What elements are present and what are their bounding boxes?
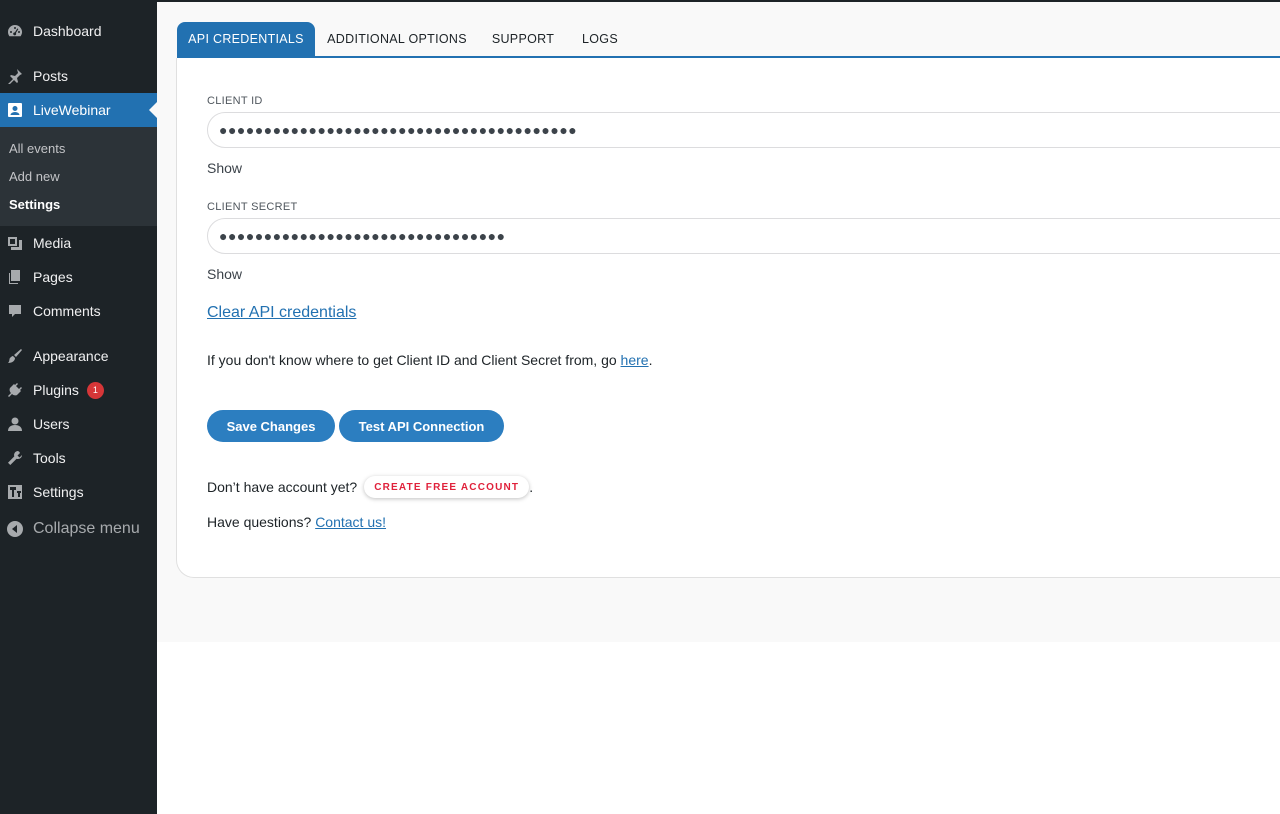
menu-users[interactable]: Users	[0, 407, 157, 441]
questions-text: Have questions? Contact us!	[207, 514, 386, 530]
menu-tools-label: Tools	[33, 450, 66, 466]
menu-users-label: Users	[33, 416, 70, 432]
test-api-connection-button[interactable]: Test API Connection	[339, 410, 504, 442]
contact-us-link[interactable]: Contact us!	[315, 514, 386, 530]
plugins-update-badge: 1	[86, 381, 104, 399]
help-text-prefix: If you don't know where to get Client ID…	[207, 352, 621, 368]
submenu-all-events[interactable]: All events	[9, 141, 65, 156]
submenu-settings[interactable]: Settings	[9, 197, 60, 212]
menu-appearance-label: Appearance	[33, 348, 109, 364]
tab-support[interactable]: SUPPORT	[487, 22, 559, 56]
client-secret-show-toggle[interactable]: Show	[207, 266, 242, 282]
menu-posts-label: Posts	[33, 68, 69, 84]
help-here-link[interactable]: here	[621, 352, 649, 368]
paintbrush-icon	[7, 348, 23, 364]
dashboard-icon	[7, 23, 23, 39]
menu-livewebinar-label: LiveWebinar	[33, 102, 111, 118]
client-id-input[interactable]: ●●●●●●●●●●●●●●●●●●●●●●●●●●●●●●●●●●●●●●●●	[207, 112, 1280, 148]
save-changes-button[interactable]: Save Changes	[207, 410, 335, 442]
menu-tools[interactable]: Tools	[0, 441, 157, 475]
user-icon	[7, 416, 23, 432]
main-content: API CREDENTIALS ADDITIONAL OPTIONS SUPPO…	[157, 2, 1280, 642]
help-text-suffix: .	[648, 352, 653, 368]
collapse-menu-button[interactable]: Collapse menu	[0, 512, 157, 546]
collapse-icon	[7, 521, 23, 537]
submenu-add-new[interactable]: Add new	[9, 169, 60, 184]
client-secret-label: CLIENT SECRET	[207, 201, 298, 213]
settings-tabs: API CREDENTIALS ADDITIONAL OPTIONS SUPPO…	[177, 22, 1280, 58]
collapse-menu-label: Collapse menu	[33, 520, 140, 537]
menu-plugins-label: Plugins	[33, 382, 79, 398]
admin-sidebar: Dashboard Posts LiveWebinar All events A…	[0, 0, 157, 814]
menu-dashboard-label: Dashboard	[33, 23, 102, 39]
tab-additional-options[interactable]: ADDITIONAL OPTIONS	[323, 22, 471, 56]
menu-comments[interactable]: Comments	[0, 294, 157, 328]
client-id-label: CLIENT ID	[207, 95, 263, 107]
menu-posts[interactable]: Posts	[0, 59, 157, 93]
help-text: If you don't know where to get Client ID…	[207, 352, 652, 368]
tab-logs[interactable]: LOGS	[575, 22, 625, 56]
account-prompt-suffix: .	[529, 479, 534, 495]
menu-dashboard[interactable]: Dashboard	[0, 14, 157, 48]
create-free-account-button[interactable]: CREATE FREE ACCOUNT	[364, 476, 530, 498]
menu-media[interactable]: Media	[0, 226, 157, 260]
questions-prefix: Have questions?	[207, 514, 316, 530]
menu-livewebinar[interactable]: LiveWebinar	[0, 93, 157, 127]
livewebinar-submenu: All events Add new Settings	[0, 127, 157, 226]
pin-icon	[7, 68, 23, 84]
pages-icon	[7, 269, 23, 285]
settings-icon	[7, 484, 23, 500]
menu-appearance[interactable]: Appearance	[0, 339, 157, 373]
client-secret-input[interactable]: ●●●●●●●●●●●●●●●●●●●●●●●●●●●●●●●●	[207, 218, 1280, 254]
menu-settings[interactable]: Settings	[0, 475, 157, 509]
livewebinar-icon	[7, 102, 23, 118]
menu-comments-label: Comments	[33, 303, 101, 319]
media-icon	[7, 235, 23, 251]
menu-pages-label: Pages	[33, 269, 73, 285]
menu-plugins[interactable]: Plugins 1	[0, 373, 157, 407]
plugin-icon	[7, 382, 23, 398]
menu-media-label: Media	[33, 235, 72, 251]
account-prompt-text: Don’t have account yet?	[207, 479, 358, 495]
comment-icon	[7, 303, 23, 319]
clear-api-credentials-link[interactable]: Clear API credentials	[207, 304, 356, 322]
tab-api-credentials[interactable]: API CREDENTIALS	[177, 22, 315, 56]
menu-settings-label: Settings	[33, 484, 84, 500]
client-id-show-toggle[interactable]: Show	[207, 160, 242, 176]
wrench-icon	[7, 450, 23, 466]
menu-pages[interactable]: Pages	[0, 260, 157, 294]
account-prompt: Don’t have account yet? CREATE FREE ACCO…	[207, 476, 533, 498]
api-credentials-panel: CLIENT ID ●●●●●●●●●●●●●●●●●●●●●●●●●●●●●●…	[176, 58, 1280, 578]
